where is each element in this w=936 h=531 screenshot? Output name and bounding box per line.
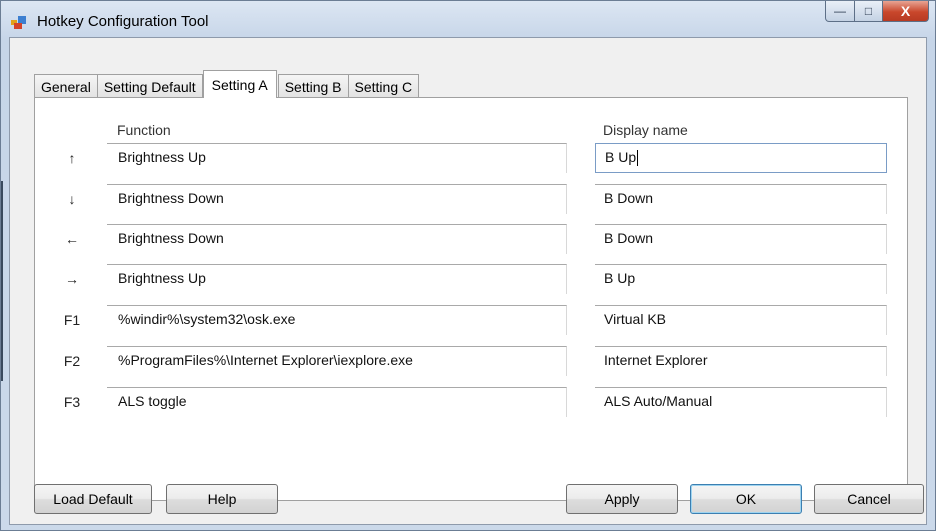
column-header-function: Function (117, 122, 171, 138)
maximize-button[interactable]: □ (855, 1, 883, 22)
minimize-button[interactable]: — (825, 1, 855, 22)
key-label-left-arrow: ← (65, 231, 79, 247)
function-field-right[interactable]: Brightness Up (107, 264, 567, 294)
help-button[interactable]: Help (166, 484, 278, 514)
function-field-up[interactable]: Brightness Up (107, 143, 567, 173)
display-name-field-f1[interactable]: Virtual KB (595, 305, 887, 335)
display-name-field-up[interactable]: B Up (595, 143, 887, 173)
tab-setting-a[interactable]: Setting A (202, 70, 277, 98)
display-name-field-left[interactable]: B Down (595, 224, 887, 254)
title-bar[interactable]: Hotkey Configuration Tool — □ X (1, 1, 935, 37)
window-title: Hotkey Configuration Tool (37, 13, 209, 30)
display-name-field-right[interactable]: B Up (595, 264, 887, 294)
key-label-right-arrow: → (65, 271, 79, 287)
close-button[interactable]: X (883, 1, 929, 22)
column-header-display-name: Display name (603, 122, 688, 138)
tab-general[interactable]: General (34, 74, 98, 98)
key-label-f2: F2 (63, 353, 81, 369)
window-edge-shadow (1, 181, 3, 381)
tab-panel-setting-a: Function Display name ↑ Brightness Up B … (34, 97, 908, 501)
dialog-client-area: General Setting Default Setting A Settin… (9, 37, 927, 525)
caption-buttons: — □ X (825, 1, 929, 23)
key-label-f1: F1 (63, 312, 81, 328)
close-icon: X (900, 3, 911, 19)
ok-button[interactable]: OK (690, 484, 802, 514)
tab-strip: General Setting Default Setting A Settin… (34, 70, 420, 98)
function-field-f1[interactable]: %windir%\system32\osk.exe (107, 305, 567, 335)
load-default-button[interactable]: Load Default (34, 484, 152, 514)
key-label-down-arrow: ↓ (68, 191, 76, 207)
key-label-up-arrow: ↑ (68, 150, 76, 166)
key-label-f3: F3 (63, 394, 81, 410)
function-field-f2[interactable]: %ProgramFiles%\Internet Explorer\iexplor… (107, 346, 567, 376)
tab-setting-b[interactable]: Setting B (277, 74, 349, 98)
function-field-f3[interactable]: ALS toggle (107, 387, 567, 417)
tab-setting-c[interactable]: Setting C (347, 74, 420, 98)
app-icon (11, 16, 26, 29)
function-field-down[interactable]: Brightness Down (107, 184, 567, 214)
cancel-button[interactable]: Cancel (814, 484, 924, 514)
maximize-icon: □ (864, 4, 873, 18)
display-name-text: B Up (605, 149, 637, 165)
display-name-field-f3[interactable]: ALS Auto/Manual (595, 387, 887, 417)
text-caret (637, 150, 639, 167)
tab-setting-default[interactable]: Setting Default (96, 74, 203, 98)
minimize-icon: — (834, 4, 846, 18)
display-name-field-down[interactable]: B Down (595, 184, 887, 214)
apply-button[interactable]: Apply (566, 484, 678, 514)
display-name-field-f2[interactable]: Internet Explorer (595, 346, 887, 376)
main-window: Hotkey Configuration Tool — □ X General … (0, 0, 936, 531)
function-field-left[interactable]: Brightness Down (107, 224, 567, 254)
